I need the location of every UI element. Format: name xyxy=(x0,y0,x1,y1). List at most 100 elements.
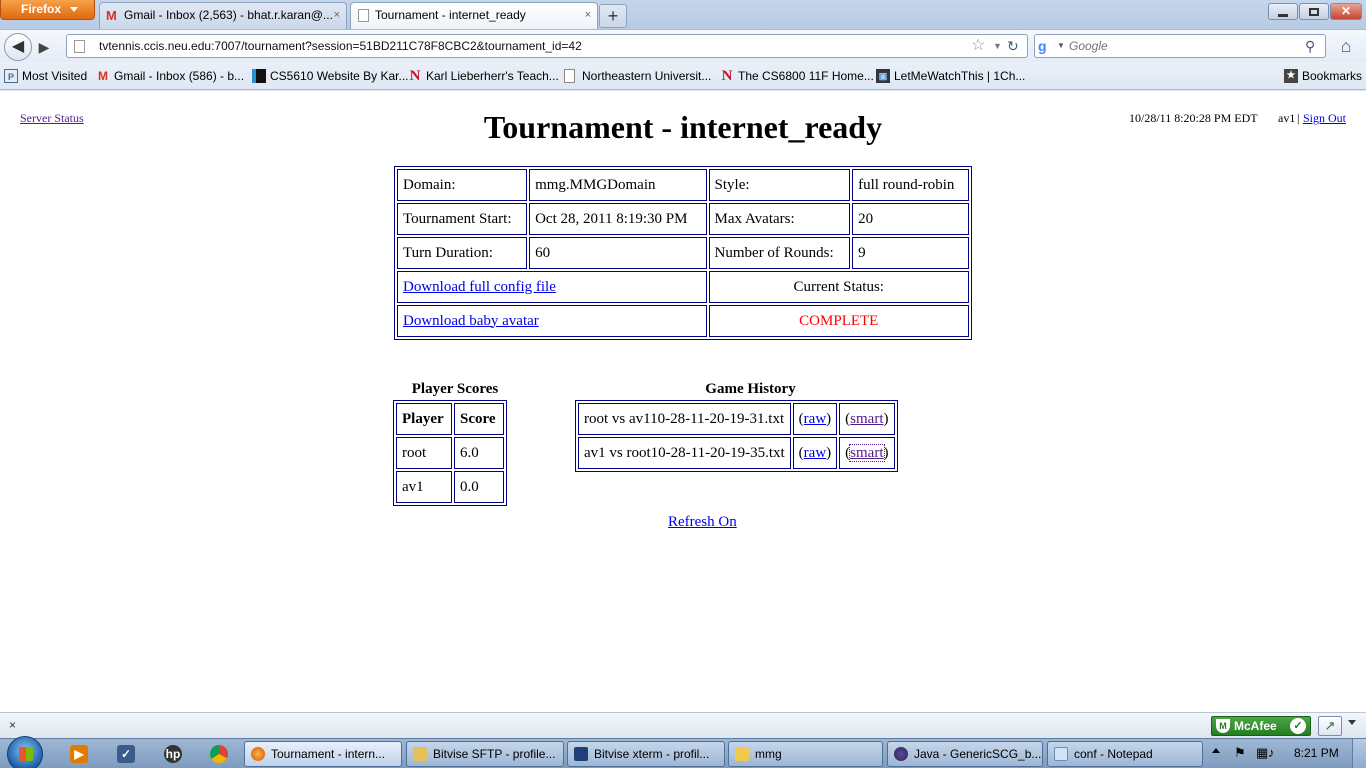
check-icon: ✓ xyxy=(1290,718,1306,734)
download-config-link[interactable]: Download full config file xyxy=(403,279,556,295)
paren: ) xyxy=(826,410,832,427)
download-avatar-cell: Download baby avatar xyxy=(397,305,707,337)
navigation-toolbar: ◀ ▶ tvtennis.ccis.neu.edu:7007/tournamen… xyxy=(0,29,1366,62)
paren: ) xyxy=(883,410,889,427)
task-icon[interactable]: ✓ xyxy=(117,745,135,763)
bookmark-label: CS5610 Website By Kar... xyxy=(270,69,409,83)
show-hidden-icons-icon[interactable] xyxy=(1212,748,1220,753)
search-icon[interactable]: ⚲ xyxy=(1305,37,1315,55)
bookmark-gmail[interactable]: M Gmail - Inbox (586) - b... xyxy=(94,62,244,90)
url-text[interactable]: tvtennis.ccis.neu.edu:7007/tournament?se… xyxy=(99,35,582,57)
google-icon[interactable]: g xyxy=(1038,38,1056,54)
smart-cell: (smart) xyxy=(839,437,895,469)
bookmark-northeastern[interactable]: Northeastern Universit... xyxy=(562,62,711,90)
northeastern-icon: N xyxy=(721,68,733,84)
bookmark-star-icon[interactable]: ☆ xyxy=(971,36,985,56)
share-icon[interactable]: ↗ xyxy=(1318,716,1342,736)
gmail-icon: M xyxy=(98,69,108,83)
most-visited-icon: P xyxy=(4,69,18,83)
taskbar-item-label: mmg xyxy=(755,747,782,761)
taskbar-clock[interactable]: 8:21 PM xyxy=(1294,739,1339,767)
download-avatar-link[interactable]: Download baby avatar xyxy=(403,313,539,329)
forward-button[interactable]: ▶ xyxy=(34,38,54,56)
bookmarks-star-icon: ★ xyxy=(1284,69,1298,83)
bookmark-label: Karl Lieberherr's Teach... xyxy=(426,69,559,83)
taskbar-item-label: Bitvise xterm - profil... xyxy=(594,747,710,761)
search-bar[interactable]: g ▼ ⚲ xyxy=(1034,34,1326,58)
bookmarks-menu[interactable]: ★ Bookmarks xyxy=(1282,62,1362,90)
bookmark-cs6800[interactable]: N The CS6800 11F Home... xyxy=(718,62,874,90)
minimize-button[interactable] xyxy=(1268,3,1298,20)
raw-link[interactable]: raw xyxy=(804,411,827,427)
show-desktop-button[interactable] xyxy=(1352,739,1366,768)
start-value: Oct 28, 2011 8:19:30 PM xyxy=(529,203,707,235)
tab-close-icon[interactable]: × xyxy=(334,3,340,28)
chevron-down-icon[interactable] xyxy=(1348,720,1356,725)
search-input[interactable] xyxy=(1069,37,1299,55)
url-bar[interactable]: tvtennis.ccis.neu.edu:7007/tournament?se… xyxy=(66,34,1028,58)
history-dropdown-icon[interactable]: ▼ xyxy=(993,36,1002,56)
bookmark-cs5610[interactable]: CS5610 Website By Kar... xyxy=(250,62,409,90)
current-status-label: Current Status: xyxy=(708,271,969,303)
taskbar-item-bitvise-sftp[interactable]: Bitvise SFTP - profile... xyxy=(406,741,564,767)
mcafee-site-advisor-button[interactable]: M McAfee ✓ xyxy=(1211,716,1311,736)
page-icon xyxy=(74,40,85,53)
tournament-info-table: Domain: mmg.MMGDomain Style: full round-… xyxy=(394,166,972,340)
home-button[interactable]: ⌂ xyxy=(1334,36,1358,58)
table-row: Download baby avatar COMPLETE xyxy=(397,305,969,337)
table-row: Turn Duration: 60 Number of Rounds: 9 xyxy=(397,237,969,269)
game-history-title: Game History xyxy=(705,381,796,397)
folder-icon xyxy=(413,747,427,761)
chevron-down-icon[interactable]: ▼ xyxy=(1057,38,1065,54)
tab-gmail[interactable]: M Gmail - Inbox (2,563) - bhat.r.karan@.… xyxy=(99,2,347,29)
taskbar-item-firefox[interactable]: Tournament - intern... xyxy=(244,741,402,767)
action-center-flag-icon[interactable]: ⚑ xyxy=(1234,745,1246,761)
close-icon[interactable]: × xyxy=(9,718,16,732)
player-scores-title: Player Scores xyxy=(411,381,499,397)
taskbar-item-notepad[interactable]: conf - Notepad xyxy=(1047,741,1203,767)
firefox-menu-button[interactable]: Firefox xyxy=(0,0,95,20)
taskbar-item-eclipse[interactable]: Java - GenericSCG_b... xyxy=(887,741,1043,767)
taskbar-item-bitvise-xterm[interactable]: Bitvise xterm - profil... xyxy=(567,741,725,767)
raw-link[interactable]: raw xyxy=(804,445,827,461)
network-icon[interactable]: ▦ xyxy=(1256,745,1268,761)
game-file-name: av1 vs root10-28-11-20-19-35.txt xyxy=(578,437,791,469)
raw-cell: (raw) xyxy=(792,403,838,435)
bookmark-label: Bookmarks xyxy=(1302,69,1363,83)
firefox-menu-label: Firefox xyxy=(21,2,62,16)
bookmark-label: LetMeWatchThis | 1Ch... xyxy=(894,69,1026,83)
paren: ) xyxy=(826,444,832,461)
tab-label: Tournament - internet_ready xyxy=(375,8,526,22)
page-icon xyxy=(358,9,369,22)
window-close-button[interactable]: ✕ xyxy=(1330,3,1362,20)
reload-icon[interactable]: ↻ xyxy=(1007,36,1019,56)
table-row: av1 vs root10-28-11-20-19-35.txt (raw) (… xyxy=(578,437,895,469)
film-icon: ▣ xyxy=(876,69,890,83)
bookmark-most-visited[interactable]: P Most Visited xyxy=(2,62,87,90)
gmail-icon: M xyxy=(106,8,117,23)
player-score: 0.0 xyxy=(454,471,504,503)
player-name: av1 xyxy=(396,471,452,503)
smart-cell: (smart) xyxy=(839,403,895,435)
bookmark-label: Gmail - Inbox (586) - b... xyxy=(114,69,245,83)
max-avatars-value: 20 xyxy=(852,203,969,235)
bookmark-letmewatchthis[interactable]: ▣ LetMeWatchThis | 1Ch... xyxy=(874,62,1025,90)
taskbar-item-mmg[interactable]: mmg xyxy=(728,741,883,767)
media-player-icon[interactable]: ▶ xyxy=(70,745,88,763)
max-avatars-label: Max Avatars: xyxy=(708,203,851,235)
restore-button[interactable] xyxy=(1299,3,1329,20)
smart-link[interactable]: smart xyxy=(850,411,883,427)
bookmark-karl-lieberherr[interactable]: N Karl Lieberherr's Teach... xyxy=(406,62,559,90)
shield-icon: M xyxy=(1216,719,1230,733)
tab-tournament[interactable]: Tournament - internet_ready × xyxy=(350,2,598,29)
volume-icon[interactable]: ♪ xyxy=(1268,745,1275,761)
refresh-toggle-link[interactable]: Refresh On xyxy=(668,514,737,531)
table-row: root 6.0 xyxy=(396,437,504,469)
new-tab-button[interactable]: + xyxy=(599,4,627,28)
hp-icon[interactable]: hp xyxy=(164,745,182,763)
start-button[interactable] xyxy=(7,736,43,768)
chrome-icon[interactable] xyxy=(210,745,228,763)
smart-link[interactable]: smart xyxy=(849,443,885,462)
tab-close-icon[interactable]: × xyxy=(585,3,591,28)
back-button[interactable]: ◀ xyxy=(4,33,32,61)
